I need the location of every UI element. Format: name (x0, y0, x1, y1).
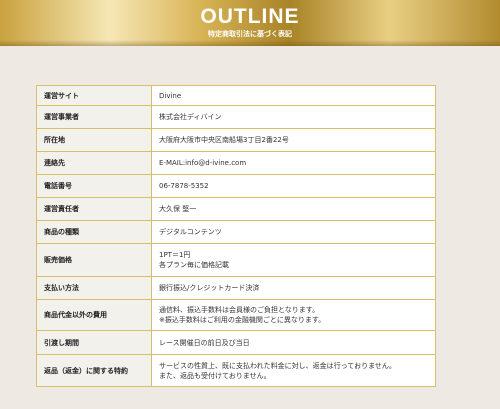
table-row: 商品代金以外の費用 通信料、振込手数料は会員様のご負担となります。 ※振込手数料… (36, 299, 436, 331)
row-value-line: サービスの性質上、既に支払われた料金に対し、返金は行っておりません。 (159, 361, 396, 370)
table-row: 電話番号 06-7878-5352 (36, 174, 436, 198)
row-value-line: 大阪府大阪市中央区南船場3丁目2番22号 (159, 136, 289, 144)
page-subtitle: 特定商取引法に基づく表記 (208, 30, 292, 38)
row-label: 運営サイト (36, 85, 152, 106)
row-value: 06-7878-5352 (151, 174, 436, 198)
row-value-line: デジタルコンテンツ (159, 228, 222, 236)
row-label: 商品の種類 (36, 220, 152, 244)
row-value-line: また、返品も受付けておりません。 (159, 371, 271, 380)
row-label: 支払い方法 (36, 276, 152, 300)
row-value-line: Divine (159, 91, 182, 100)
outline-table: 運営サイト Divine 運営事業者 株式会社ディバイン 所在地 大阪府大阪市中… (36, 85, 436, 387)
row-value: サービスの性質上、既に支払われた料金に対し、返金は行っておりません。 また、返品… (151, 354, 436, 387)
table-row: 商品の種類 デジタルコンテンツ (36, 220, 436, 244)
row-value-line: 1PT＝1円 (159, 251, 191, 259)
table-row: 運営サイト Divine (36, 85, 436, 106)
row-value: レース開催日の前日及び当日 (151, 330, 436, 355)
row-label: 電話番号 (36, 174, 152, 198)
row-value-line: 各プラン毎に価格記載 (159, 261, 229, 269)
phone-number[interactable]: 06-7878-5352 (159, 181, 428, 191)
page-title: OUTLINE (200, 5, 300, 28)
outline-table-container: 運営サイト Divine 運営事業者 株式会社ディバイン 所在地 大阪府大阪市中… (36, 85, 436, 387)
table-row: 所在地 大阪府大阪市中央区南船場3丁目2番22号 (36, 128, 436, 152)
row-value: 1PT＝1円 各プラン毎に価格記載 (151, 243, 436, 277)
row-value: 株式会社ディバイン (151, 105, 436, 129)
row-value: 通信料、振込手数料は会員様のご負担となります。 ※振込手数料はご利用の金融機関ご… (151, 299, 436, 331)
row-value-line: ※振込手数料はご利用の金融機関ごとに異なります。 (159, 316, 326, 324)
row-value: デジタルコンテンツ (151, 220, 436, 244)
row-label: 返品（返金）に関する特約 (36, 354, 152, 387)
row-label: 販売価格 (36, 243, 152, 277)
row-label: 運営事業者 (36, 105, 152, 129)
row-label: 商品代金以外の費用 (36, 299, 152, 331)
row-label: 運営責任者 (36, 197, 152, 221)
row-value: 大阪府大阪市中央区南船場3丁目2番22号 (151, 128, 436, 152)
table-row: 運営責任者 大久保 堅一 (36, 197, 436, 221)
table-row: 支払い方法 銀行振込/クレジットカード決済 (36, 276, 436, 300)
row-value: 銀行振込/クレジットカード決済 (151, 276, 436, 300)
table-row: 返品（返金）に関する特約 サービスの性質上、既に支払われた料金に対し、返金は行っ… (36, 354, 436, 387)
row-value-line: 銀行振込/クレジットカード決済 (159, 284, 260, 292)
row-value-line: レース開催日の前日及び当日 (159, 338, 250, 347)
row-label: 引渡し期間 (36, 330, 152, 355)
row-value: E-MAIL:info@d-ivine.com (151, 151, 436, 175)
table-row: 連絡先 E-MAIL:info@d-ivine.com (36, 151, 436, 175)
row-label: 所在地 (36, 128, 152, 152)
row-value-line: 株式会社ディバイン (159, 113, 222, 121)
row-value-line: 大久保 堅一 (159, 205, 197, 213)
table-row: 販売価格 1PT＝1円 各プラン毎に価格記載 (36, 243, 436, 277)
row-value: Divine (151, 85, 436, 106)
table-row: 運営事業者 株式会社ディバイン (36, 105, 436, 129)
row-label: 連絡先 (36, 151, 152, 175)
row-value-line: 通信料、振込手数料は会員様のご負担となります。 (159, 306, 320, 314)
page-header: OUTLINE 特定商取引法に基づく表記 (0, 0, 500, 46)
contact-email[interactable]: E-MAIL:info@d-ivine.com (159, 158, 428, 168)
row-value: 大久保 堅一 (151, 197, 436, 221)
table-row: 引渡し期間 レース開催日の前日及び当日 (36, 330, 436, 355)
